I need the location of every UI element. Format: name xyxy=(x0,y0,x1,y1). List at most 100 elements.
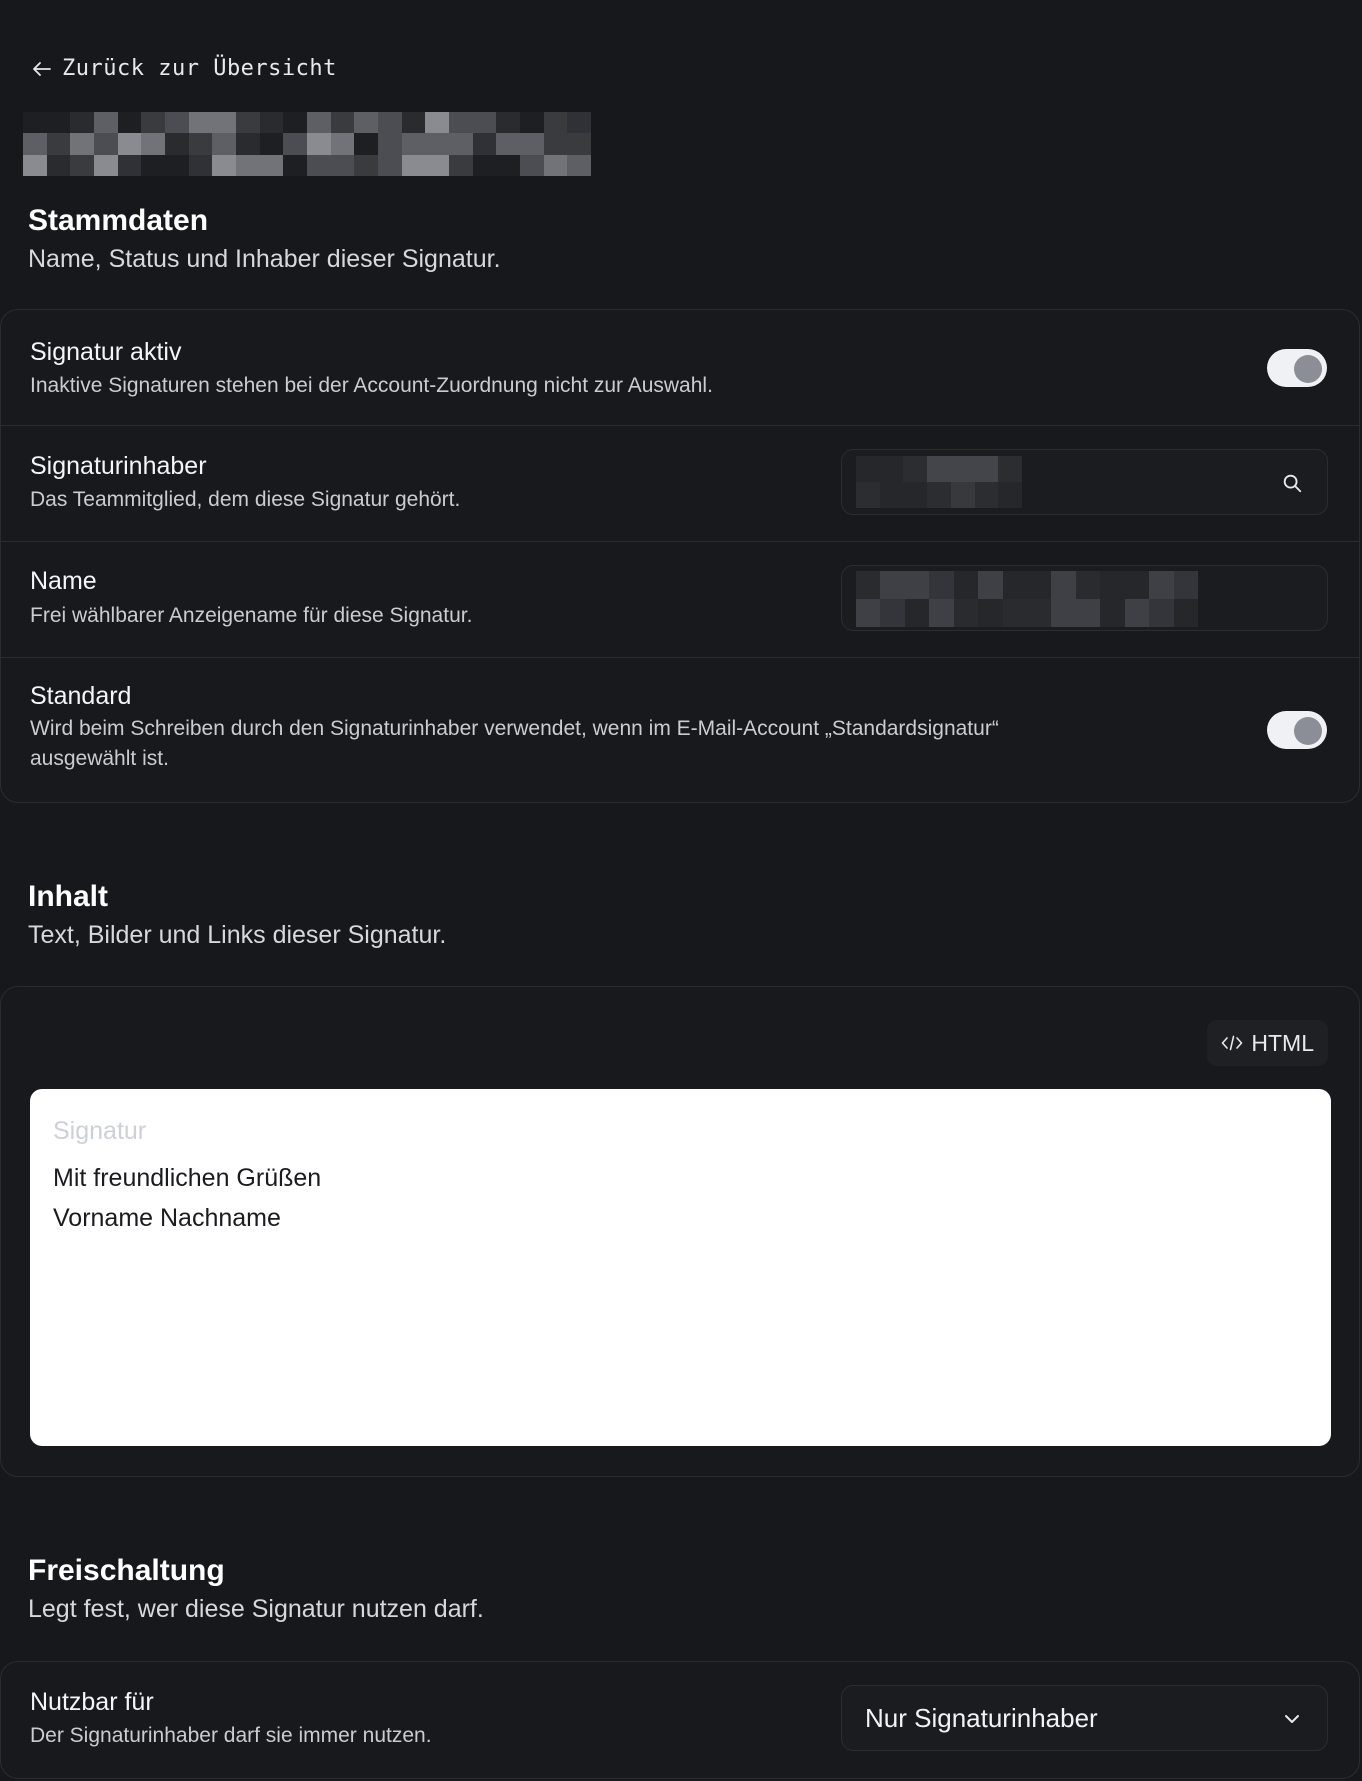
redaction-pixel xyxy=(354,154,378,176)
editor-placeholder: Signatur xyxy=(53,1117,147,1145)
usage-select-value: Nur Signaturinhaber xyxy=(865,1702,1098,1733)
redaction-pixel xyxy=(953,599,979,627)
redaction-pixel xyxy=(188,154,213,176)
stammdaten-title: Stammdaten xyxy=(28,204,209,237)
redaction-pixel xyxy=(567,112,591,134)
redaction-pixel xyxy=(117,112,142,134)
redaction-pixel xyxy=(880,571,905,599)
row-label: Standard xyxy=(30,682,132,710)
inhalt-header: Inhalt Text, Bilder und Links dieser Sig… xyxy=(28,879,446,953)
usage-select[interactable]: Nur Signaturinhaber xyxy=(841,1685,1328,1751)
signatur-aktiv-toggle[interactable] xyxy=(1267,349,1327,387)
redaction-pixel xyxy=(1124,571,1150,599)
redaction-pixel xyxy=(212,133,236,155)
redaction-pixel xyxy=(23,112,47,134)
redaction-pixel xyxy=(950,482,975,508)
redaction-pixel xyxy=(856,571,881,599)
redaction-pixel xyxy=(93,154,118,176)
redaction-pixel xyxy=(519,154,544,176)
redaction-pixel xyxy=(425,133,449,155)
standard-toggle[interactable] xyxy=(1267,711,1327,749)
stammdaten-card: Signatur aktiv Inaktive Signaturen stehe… xyxy=(0,309,1360,803)
html-mode-button[interactable]: HTML xyxy=(1207,1020,1328,1066)
code-icon xyxy=(1222,1035,1243,1051)
redaction-pixel xyxy=(472,112,497,134)
redaction-pixel xyxy=(1051,571,1076,599)
row-signaturinhaber: Signaturinhaber Das Teammitglied, dem di… xyxy=(1,426,1359,542)
html-button-label: HTML xyxy=(1251,1029,1314,1056)
redaction-pixel xyxy=(953,571,979,599)
redaction-pixel xyxy=(1149,599,1174,627)
redaction-pixel xyxy=(1002,599,1027,627)
row-description-line-1: Wird beim Schreiben durch den Signaturin… xyxy=(30,717,999,740)
redaction-pixel xyxy=(1173,571,1198,599)
redaction-pixel xyxy=(496,112,520,134)
row-nutzbar-fuer: Nutzbar für Der Signaturinhaber darf sie… xyxy=(1,1662,1359,1778)
redaction-pixel xyxy=(93,133,118,155)
redaction-pixel xyxy=(1075,599,1101,627)
redaction-pixel xyxy=(141,133,165,155)
redaction-pixel xyxy=(23,154,47,176)
redaction-pixel xyxy=(998,456,1022,482)
redaction-pixel xyxy=(401,133,426,155)
page-title-redacted xyxy=(23,112,591,176)
redaction-pixel xyxy=(904,599,930,627)
redaction-pixel xyxy=(164,112,189,134)
redaction-pixel xyxy=(401,154,426,176)
redaction-pixel xyxy=(496,154,520,176)
redaction-pixel xyxy=(567,133,591,155)
redaction-pixel xyxy=(235,154,260,176)
row-description: Frei wählbarer Anzeigename für diese Sig… xyxy=(30,604,473,627)
owner-search-input[interactable] xyxy=(841,449,1328,515)
row-signatur-aktiv: Signatur aktiv Inaktive Signaturen stehe… xyxy=(1,310,1359,426)
redaction-pixel xyxy=(425,112,449,134)
redaction-pixel xyxy=(306,112,331,134)
redaction-pixel xyxy=(354,133,378,155)
row-description-line-2: ausgewählt ist. xyxy=(30,747,169,770)
redaction-pixel xyxy=(117,154,142,176)
redaction-pixel xyxy=(164,133,189,155)
row-label: Name xyxy=(30,567,97,595)
redaction-pixel xyxy=(1027,571,1052,599)
redaction-pixel xyxy=(283,112,307,134)
redaction-pixel xyxy=(929,599,954,627)
toggle-knob xyxy=(1294,355,1322,383)
redaction-pixel xyxy=(904,571,930,599)
redaction-pixel xyxy=(46,154,71,176)
row-label: Signaturinhaber xyxy=(30,452,207,480)
redaction-pixel xyxy=(306,133,331,155)
redaction-pixel xyxy=(472,154,497,176)
arrow-left-icon xyxy=(33,61,51,76)
redaction-pixel xyxy=(188,112,213,134)
redaction-pixel xyxy=(1002,571,1027,599)
redaction-pixel xyxy=(880,599,905,627)
redaction-pixel xyxy=(978,571,1003,599)
freischaltung-title: Freischaltung xyxy=(28,1554,225,1587)
freischaltung-card: Nutzbar für Der Signaturinhaber darf sie… xyxy=(0,1661,1360,1779)
redaction-pixel xyxy=(164,154,189,176)
redaction-pixel xyxy=(567,154,591,176)
redaction-pixel xyxy=(1051,599,1076,627)
redaction-pixel xyxy=(330,133,355,155)
redaction-pixel xyxy=(950,456,975,482)
signature-editor[interactable]: Signatur Mit freundlichen Grüßen Vorname… xyxy=(30,1089,1331,1446)
redaction-pixel xyxy=(519,112,544,134)
redaction-pixel xyxy=(70,154,94,176)
redaction-pixel xyxy=(903,456,928,482)
redaction-pixel xyxy=(927,482,951,508)
redaction-pixel xyxy=(856,599,881,627)
name-input[interactable] xyxy=(841,565,1328,631)
redaction-pixel xyxy=(472,133,497,155)
freischaltung-header: Freischaltung Legt fest, wer diese Signa… xyxy=(28,1553,484,1627)
name-value-redacted xyxy=(856,571,1198,627)
redaction-pixel xyxy=(903,482,928,508)
back-to-overview-link[interactable]: Zurück zur Übersicht xyxy=(30,56,337,81)
stammdaten-subtitle: Name, Status und Inhaber dieser Signatur… xyxy=(28,245,501,273)
redaction-pixel xyxy=(401,112,426,134)
redaction-pixel xyxy=(856,456,880,482)
toggle-knob xyxy=(1294,717,1322,745)
redaction-pixel xyxy=(141,154,165,176)
redaction-pixel xyxy=(998,482,1022,508)
redaction-pixel xyxy=(283,133,307,155)
redaction-pixel xyxy=(23,133,47,155)
